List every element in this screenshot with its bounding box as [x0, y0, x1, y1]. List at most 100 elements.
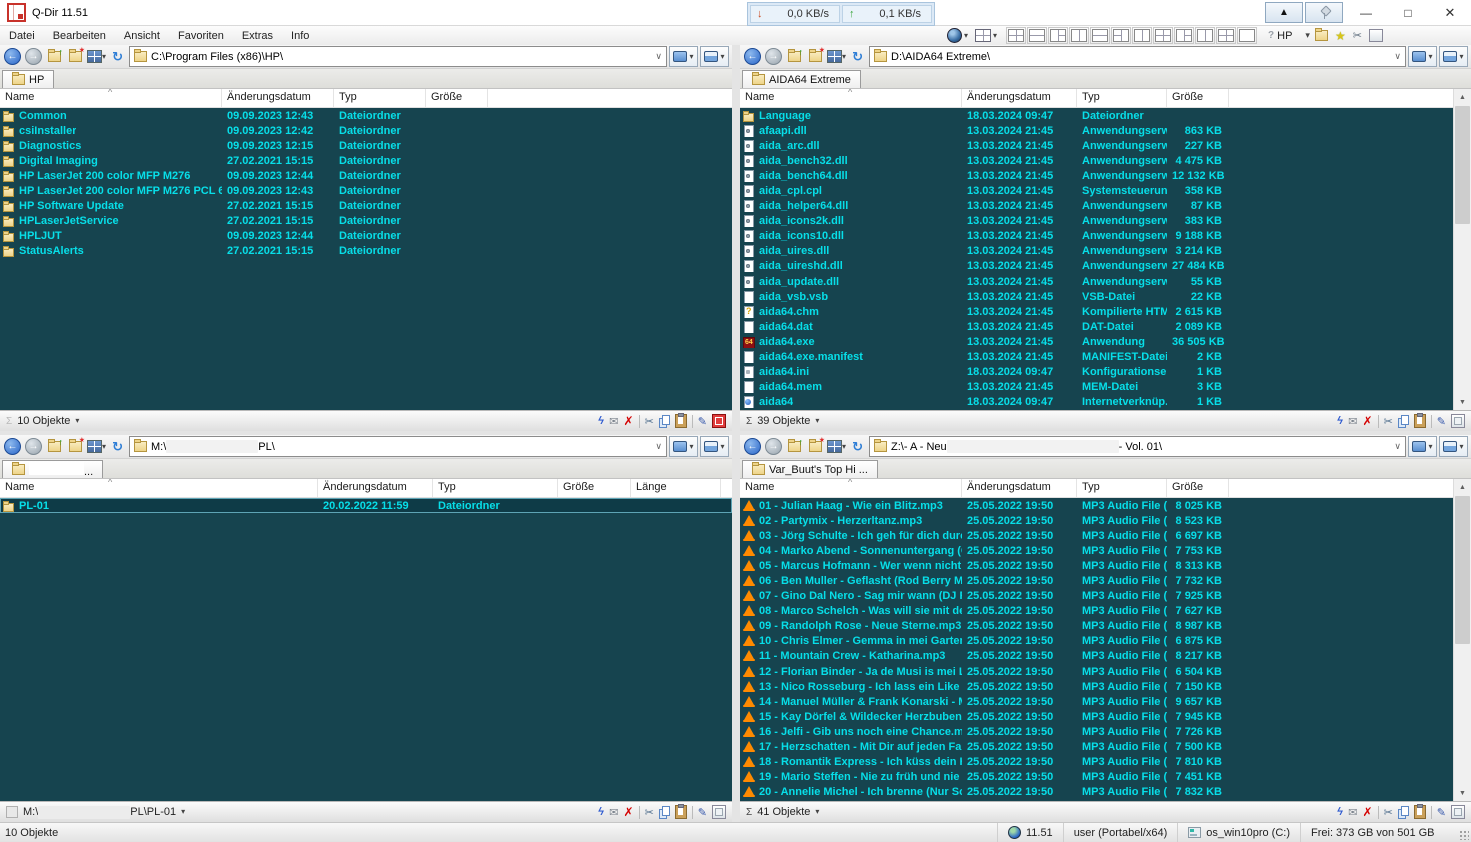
- address-bar[interactable]: D:\AIDA64 Extreme\ ∨: [869, 46, 1406, 67]
- file-row[interactable]: HP LaserJet 200 color MFP M276 PCL 609.0…: [0, 183, 732, 198]
- cut-icon[interactable]: ✂: [645, 415, 654, 428]
- file-row[interactable]: [740, 800, 1471, 801]
- favorites-dropdown[interactable]: ▾: [1305, 31, 1310, 40]
- chevron-down-icon[interactable]: ▾: [181, 808, 185, 816]
- up-button[interactable]: ↑: [785, 437, 804, 456]
- layout-preset-2[interactable]: [1027, 27, 1047, 44]
- file-row[interactable]: StatusAlerts27.02.2021 15:15Dateiordner: [0, 244, 732, 259]
- paste-icon[interactable]: [675, 805, 687, 819]
- column-header[interactable]: Typ: [1077, 89, 1167, 107]
- pane-indicator-icon[interactable]: [712, 414, 726, 428]
- layout-preset-11[interactable]: [1216, 27, 1236, 44]
- cut-icon[interactable]: ✂: [1384, 415, 1393, 428]
- file-row[interactable]: aida64.chm13.03.2024 21:45Kompilierte HT…: [740, 304, 1471, 319]
- object-count[interactable]: 39 Objekte: [757, 415, 810, 427]
- favorite-hp-button[interactable]: ?HP: [1268, 30, 1292, 42]
- file-row[interactable]: 14 - Manuel Müller & Frank Konarski - Mi…: [740, 694, 1471, 709]
- menu-info[interactable]: Info: [282, 28, 318, 44]
- back-button[interactable]: ←: [743, 437, 762, 456]
- column-header[interactable]: Änderungsdatum: [962, 89, 1077, 107]
- favorites-folder-button[interactable]: ★: [66, 437, 85, 456]
- layout-main-button[interactable]: ▾: [973, 27, 999, 44]
- delete-icon[interactable]: ✗: [1363, 414, 1373, 428]
- file-row[interactable]: aida_uires.dll13.03.2024 21:45Anwendungs…: [740, 244, 1471, 259]
- file-row[interactable]: 18 - Romantik Express - Ich küss dein He…: [740, 755, 1471, 770]
- file-row[interactable]: 02 - Partymix - Herzerltanz.mp325.05.202…: [740, 513, 1471, 528]
- file-row[interactable]: HP Software Update27.02.2021 15:15Dateio…: [0, 199, 732, 214]
- views-button[interactable]: ▾: [87, 437, 106, 456]
- filter-icon[interactable]: ϟ: [1337, 415, 1345, 427]
- favorites-folder-button[interactable]: ★: [66, 47, 85, 66]
- browser-button[interactable]: ▾: [945, 27, 970, 44]
- column-header[interactable]: Name: [0, 479, 318, 497]
- file-row[interactable]: 11 - Mountain Crew - Katharina.mp325.05.…: [740, 649, 1471, 664]
- column-header[interactable]: Typ: [334, 89, 426, 107]
- menu-bearbeiten[interactable]: Bearbeiten: [44, 28, 115, 44]
- folder-view-button-2[interactable]: ▾: [1439, 436, 1468, 457]
- views-button[interactable]: ▾: [827, 47, 846, 66]
- delete-icon[interactable]: ✗: [1363, 805, 1373, 819]
- file-row[interactable]: Language18.03.2024 09:47Dateiordner: [740, 108, 1471, 123]
- scroll-thumb[interactable]: [1455, 496, 1470, 644]
- file-row[interactable]: HPLJUT09.09.2023 12:44Dateiordner: [0, 229, 732, 244]
- file-row[interactable]: HP LaserJet 200 color MFP M27609.09.2023…: [0, 168, 732, 183]
- address-bar[interactable]: M:\PL\ ∨: [129, 436, 667, 457]
- chevron-down-icon[interactable]: ▾: [815, 417, 819, 425]
- column-header[interactable]: Größe: [1167, 89, 1229, 107]
- folder-view-button[interactable]: ▾: [1408, 436, 1437, 457]
- folder-view-button[interactable]: ▾: [669, 46, 698, 67]
- copy-icon[interactable]: [659, 415, 670, 427]
- pane-indicator-icon[interactable]: [1451, 805, 1465, 819]
- chevron-down-icon[interactable]: ▾: [815, 808, 819, 816]
- edit-icon[interactable]: ✎: [1437, 415, 1446, 428]
- address-dropdown[interactable]: ∨: [1394, 441, 1401, 452]
- column-header[interactable]: Länge: [631, 479, 721, 497]
- layout-preset-8[interactable]: [1153, 27, 1173, 44]
- filter-icon[interactable]: ϟ: [598, 806, 606, 818]
- column-header[interactable]: Änderungsdatum: [962, 479, 1077, 497]
- scroll-down-icon[interactable]: ▼: [1454, 785, 1471, 801]
- scroll-up-icon[interactable]: ▲: [1454, 479, 1471, 495]
- file-row[interactable]: 13 - Nico Rosseburg - Ich lass ein Like …: [740, 679, 1471, 694]
- file-row[interactable]: 03 - Jörg Schulte - Ich geh für dich dur…: [740, 528, 1471, 543]
- file-row[interactable]: 08 - Marco Schelch - Was will sie mit de…: [740, 604, 1471, 619]
- file-row[interactable]: aida_icons10.dll13.03.2024 21:45Anwendun…: [740, 229, 1471, 244]
- menu-extras[interactable]: Extras: [233, 28, 282, 44]
- delete-icon[interactable]: ✗: [624, 414, 634, 428]
- refresh-button[interactable]: ↻: [848, 437, 867, 456]
- minimize-button[interactable]: —: [1345, 0, 1387, 25]
- file-row[interactable]: 01 - Julian Haag - Wie ein Blitz.mp325.0…: [740, 498, 1471, 513]
- copy-icon[interactable]: [659, 806, 670, 818]
- print-folder-button[interactable]: [1313, 27, 1330, 44]
- file-row[interactable]: 04 - Marko Abend - Sonnenuntergang (Ce..…: [740, 543, 1471, 558]
- forward-button[interactable]: →: [24, 47, 43, 66]
- pin-button[interactable]: [1305, 2, 1343, 23]
- address-bar[interactable]: Z:\- A - Neu- Vol. 01\ ∨: [869, 436, 1406, 457]
- column-header[interactable]: Größe: [558, 479, 631, 497]
- favorites-folder-button[interactable]: ★: [806, 437, 825, 456]
- file-row[interactable]: 19 - Mario Steffen - Nie zu früh und nie…: [740, 770, 1471, 785]
- file-row[interactable]: 15 - Kay Dörfel & Wildecker Herzbuben - …: [740, 709, 1471, 724]
- views-button[interactable]: ▾: [87, 47, 106, 66]
- file-row[interactable]: 09 - Randolph Rose - Neue Sterne.mp325.0…: [740, 619, 1471, 634]
- file-row[interactable]: 07 - Gino Dal Nero - Sag mir wann (DJ Re…: [740, 589, 1471, 604]
- resize-grip[interactable]: [1459, 830, 1469, 840]
- paste-icon[interactable]: [675, 414, 687, 428]
- column-header[interactable]: Größe: [426, 89, 488, 107]
- copy-icon[interactable]: [1398, 806, 1409, 818]
- file-row[interactable]: aida_bench64.dll13.03.2024 21:45Anwendun…: [740, 168, 1471, 183]
- up-button[interactable]: ↑: [45, 47, 64, 66]
- cut-icon[interactable]: ✂: [645, 806, 654, 819]
- favorites-star-button[interactable]: ★: [1333, 27, 1348, 44]
- back-button[interactable]: ←: [3, 437, 22, 456]
- column-header[interactable]: Änderungsdatum: [222, 89, 334, 107]
- views-button[interactable]: ▾: [827, 437, 846, 456]
- file-row[interactable]: aida_icons2k.dll13.03.2024 21:45Anwendun…: [740, 214, 1471, 229]
- vertical-scrollbar[interactable]: ▲ ▼: [1453, 89, 1471, 410]
- file-row[interactable]: 17 - Herzschatten - Mit Dir auf jeden Fa…: [740, 740, 1471, 755]
- address-bar[interactable]: C:\Program Files (x86)\HP\ ∨: [129, 46, 667, 67]
- layout-preset-7[interactable]: [1132, 27, 1152, 44]
- edit-icon[interactable]: ✎: [698, 415, 707, 428]
- object-count[interactable]: M:\PL\PL-01: [23, 806, 176, 819]
- menu-favoriten[interactable]: Favoriten: [169, 28, 233, 44]
